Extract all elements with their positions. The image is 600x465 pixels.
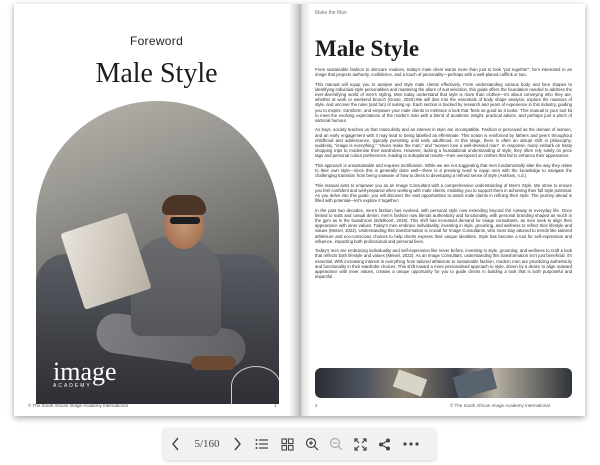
paragraph: From sustainable fashion to skincare rou… <box>315 67 572 78</box>
paragraph: This approach is unsustainable and requi… <box>315 162 572 179</box>
photo-shoe <box>191 356 236 370</box>
page-indicator[interactable]: 5/160 <box>187 428 227 460</box>
left-page-number: 1 <box>274 403 277 408</box>
fullscreen-icon[interactable] <box>347 428 373 460</box>
grid-icon[interactable] <box>274 428 300 460</box>
right-page-title: Male Style <box>315 36 420 61</box>
paragraph: As boys, society teaches us that masculi… <box>315 127 572 159</box>
chevron-right-icon[interactable] <box>226 428 248 460</box>
left-page[interactable]: Foreword Male Style image ACADEMY © The … <box>14 4 299 416</box>
right-page-number: 2 <box>315 403 318 408</box>
foreword-heading: Foreword <box>129 34 184 48</box>
share-icon[interactable] <box>371 428 397 460</box>
left-page-title: Male Style <box>95 58 218 89</box>
zoom-out-icon[interactable] <box>323 428 349 460</box>
cover-photo: image ACADEMY <box>36 101 279 404</box>
running-head: Make the Man <box>315 10 347 16</box>
book-spread: Foreword Male Style image ACADEMY © The … <box>14 4 585 416</box>
right-page-footer: © The South African Image Academy Intern… <box>450 403 550 408</box>
logo-wordmark: image <box>53 357 117 386</box>
photo-jacket <box>452 368 498 398</box>
paragraph: Today's men are embracing individuality … <box>315 248 572 280</box>
photo-side-table <box>231 366 279 404</box>
right-page[interactable]: Make the Man Male Style From sustainable… <box>300 4 585 416</box>
photo-sunglasses <box>170 217 200 224</box>
wardrobe-photo <box>315 368 572 398</box>
photo-shirt <box>392 369 428 397</box>
body-text: From sustainable fashion to skincare rou… <box>315 67 572 284</box>
image-academy-logo: image ACADEMY <box>53 357 117 390</box>
more-icon[interactable] <box>395 428 427 460</box>
list-icon[interactable] <box>249 428 275 460</box>
photo-hair <box>162 195 206 215</box>
viewer-stage: Foreword Male Style image ACADEMY © The … <box>0 0 600 422</box>
paragraph: This manual will equip you to analyse an… <box>315 81 572 124</box>
zoom-in-icon[interactable] <box>299 428 325 460</box>
paragraph: This manual aims to empower you as an Im… <box>315 182 572 204</box>
paragraph: In the past two decades, men's fashion h… <box>315 207 572 244</box>
viewer-toolbar: 5/160 <box>163 428 436 460</box>
chevron-left-icon[interactable] <box>165 428 187 460</box>
left-page-footer: © The South African Image Academy Intern… <box>28 403 128 408</box>
